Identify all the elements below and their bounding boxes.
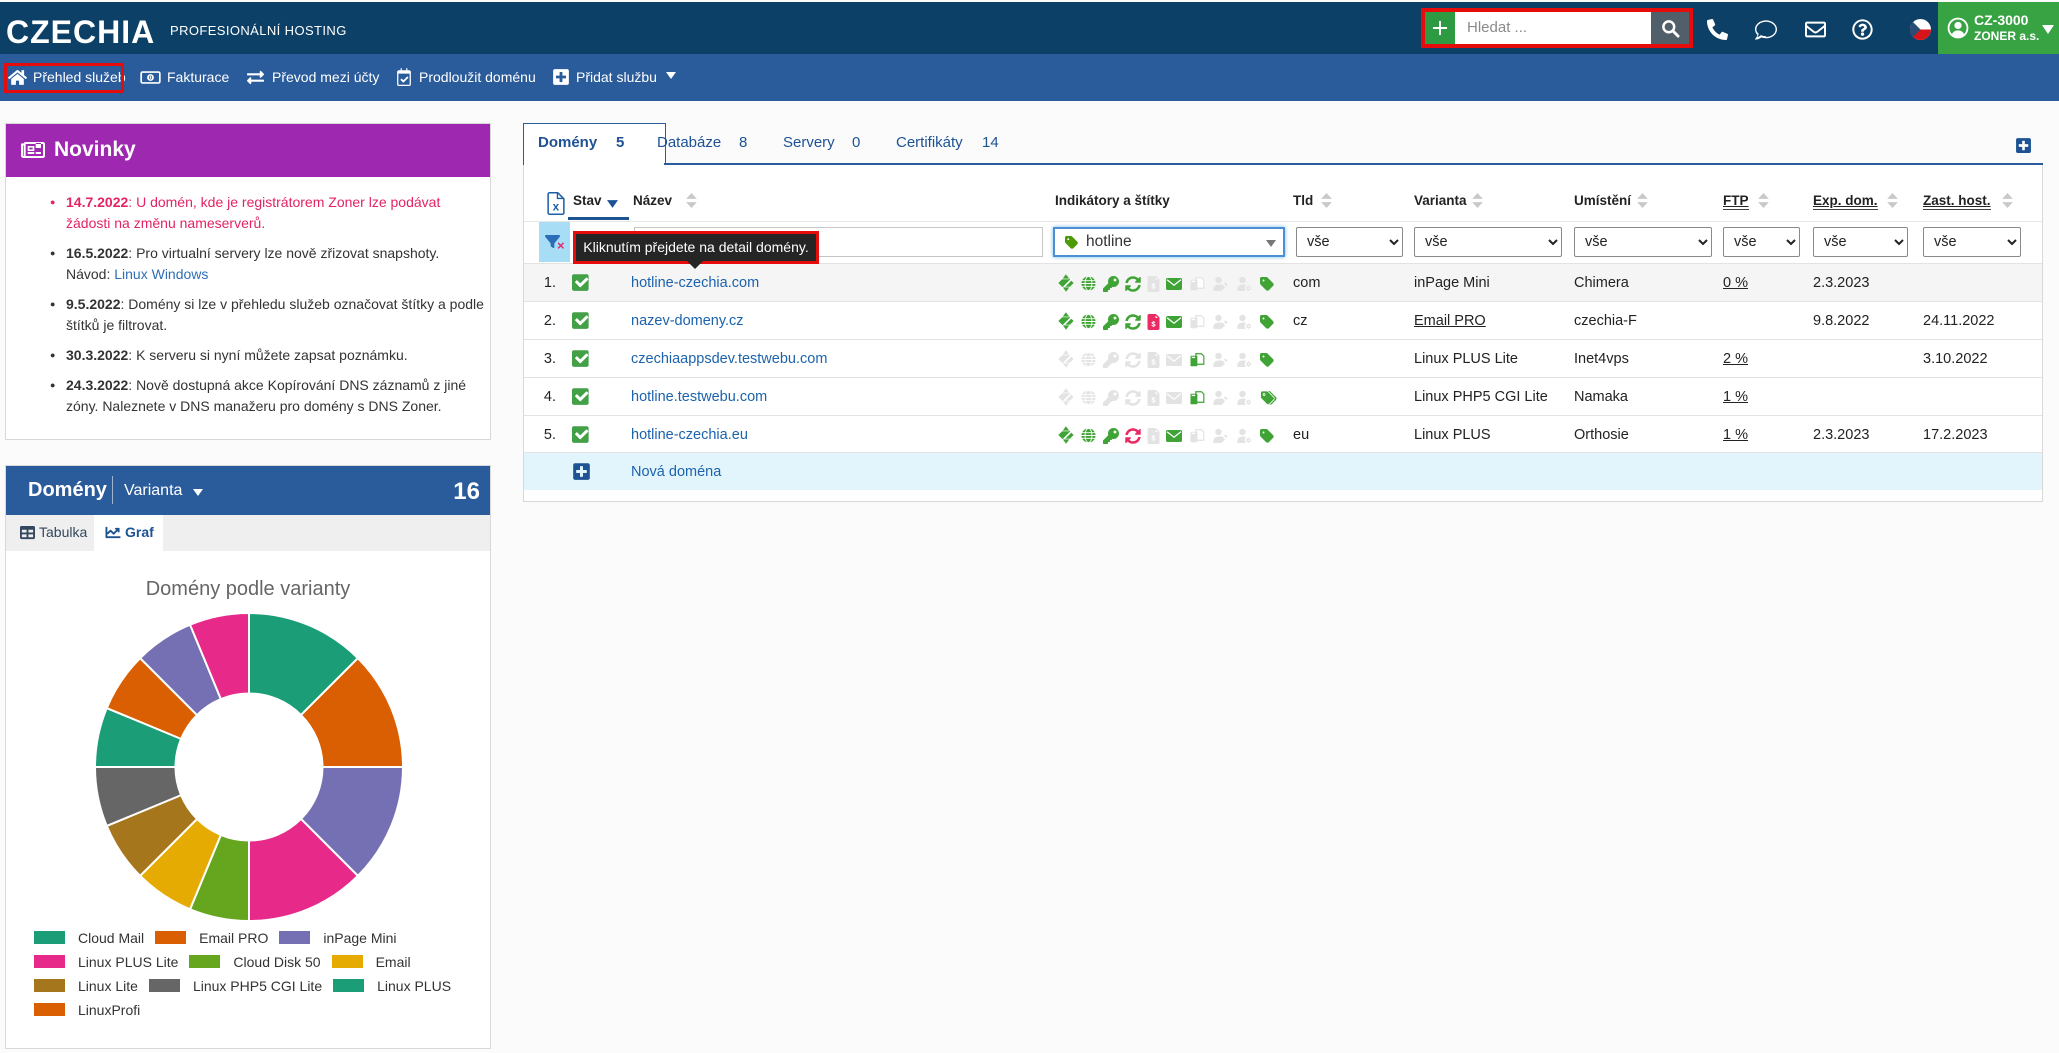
svg-text:0: 0 [149, 76, 152, 82]
